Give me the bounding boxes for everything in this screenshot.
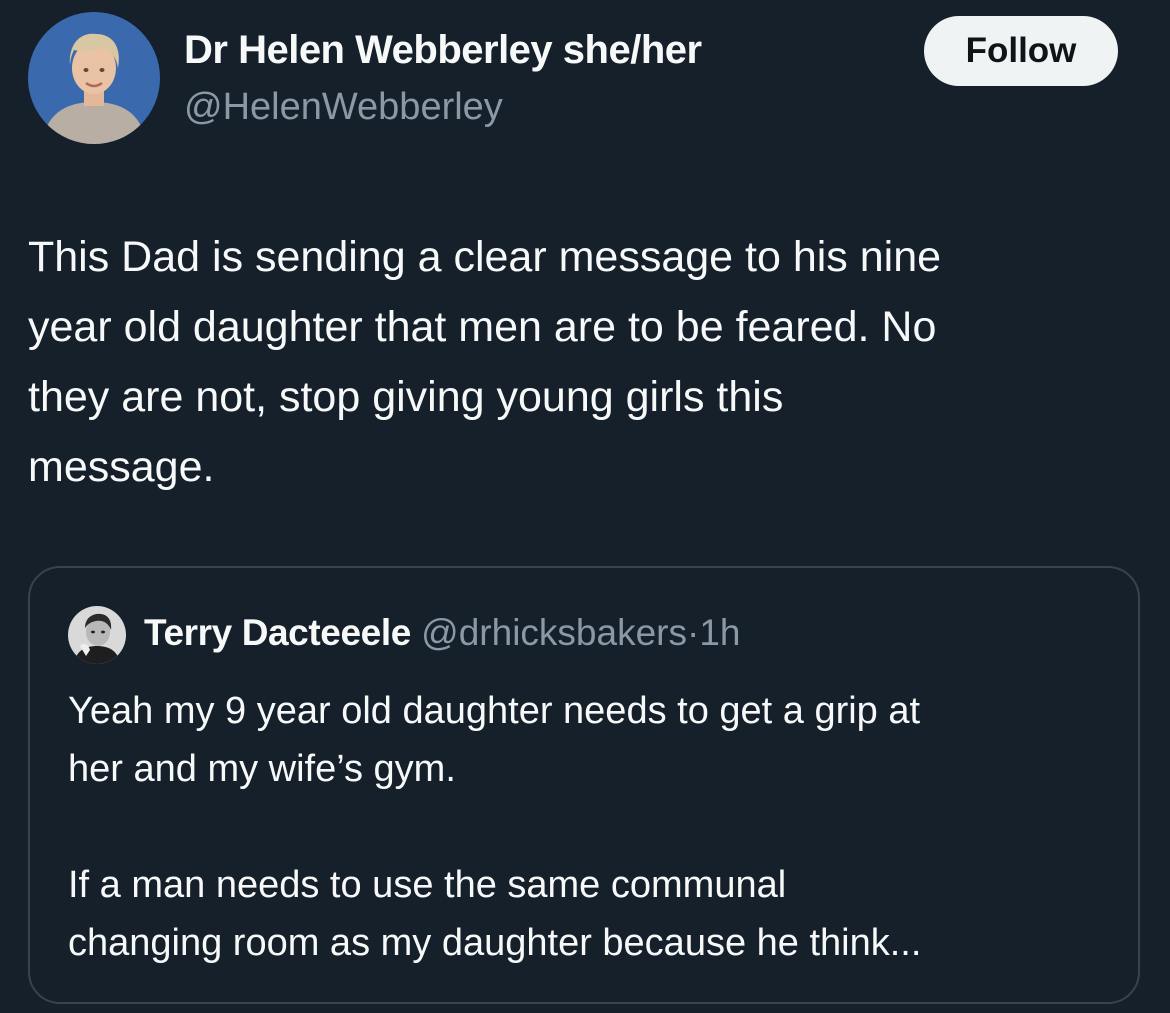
author-avatar[interactable]: [28, 12, 160, 144]
follow-button[interactable]: Follow: [924, 16, 1118, 86]
author-handle[interactable]: @HelenWebberley: [184, 86, 503, 129]
quoted-author-name[interactable]: Terry Dacteeele: [144, 612, 411, 653]
tweet-card: Dr Helen Webberley she/her @HelenWebberl…: [0, 0, 1170, 1013]
profile-photo-icon: [68, 606, 126, 664]
quoted-tweet-text: Yeah my 9 year old daughter needs to get…: [68, 690, 922, 964]
quoted-tweet-header: Terry Dacteeele @drhicksbakers·1h: [144, 612, 740, 654]
quoted-tweet[interactable]: Terry Dacteeele @drhicksbakers·1h Yeah m…: [28, 566, 1140, 1004]
author-display-name[interactable]: Dr Helen Webberley she/her: [184, 28, 702, 73]
quoted-timestamp[interactable]: 1h: [699, 612, 740, 653]
profile-photo-icon: [28, 12, 160, 144]
separator-dot: ·: [686, 612, 700, 653]
quoted-author-handle[interactable]: @drhicksbakers: [421, 612, 687, 653]
tweet-text: This Dad is sending a clear message to h…: [28, 233, 942, 491]
quoted-author-avatar[interactable]: [68, 606, 126, 664]
